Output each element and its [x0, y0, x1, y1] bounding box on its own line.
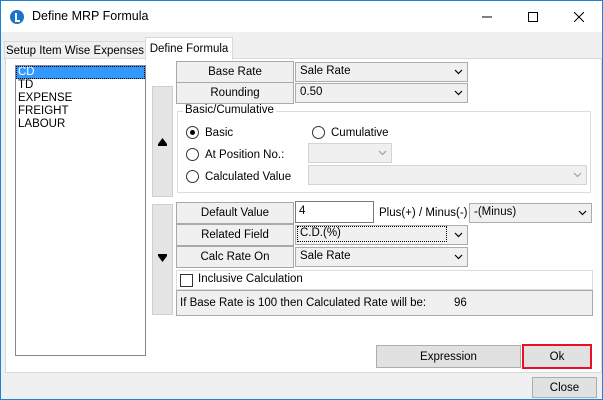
- base-rate-select[interactable]: Sale Rate: [295, 62, 468, 82]
- tab-label: Setup Item Wise Expenses: [5, 45, 145, 57]
- calculated-value-radio-label: Calculated Value: [205, 170, 292, 183]
- calculated-rate-value: 96: [454, 297, 467, 309]
- plus-minus-value: -(Minus): [474, 206, 517, 218]
- calc-rate-on-label: Calc Rate On: [176, 246, 294, 268]
- chevron-down-icon: [454, 69, 463, 75]
- tab-define-formula[interactable]: Define Formula: [145, 37, 233, 60]
- list-item[interactable]: LABOUR: [16, 118, 145, 131]
- chevron-down-icon: [454, 232, 463, 238]
- ok-button[interactable]: Ok: [522, 344, 592, 369]
- maximize-icon: [528, 11, 538, 22]
- related-field-label: Related Field: [176, 224, 294, 246]
- at-position-radio[interactable]: At Position No.:: [186, 148, 284, 161]
- related-field-value: C.D.(%): [297, 226, 447, 242]
- list-item[interactable]: CD: [16, 66, 145, 79]
- list-item[interactable]: TD: [16, 79, 145, 92]
- calculated-rate-info: If Base Rate is 100 then Calculated Rate…: [176, 290, 593, 316]
- radio-dot-icon: [186, 148, 199, 161]
- related-field-select[interactable]: C.D.(%): [295, 225, 468, 245]
- base-rate-label: Base Rate: [176, 61, 294, 83]
- move-up-button[interactable]: [152, 86, 173, 197]
- move-down-button[interactable]: [152, 204, 173, 315]
- rounding-select[interactable]: 0.50: [295, 83, 468, 103]
- title-bar[interactable]: Define MRP Formula: [1, 1, 602, 32]
- default-value-text: 4: [299, 205, 306, 217]
- tab-label: Define Formula: [149, 43, 229, 55]
- calc-rate-on-select[interactable]: Sale Rate: [295, 247, 468, 267]
- expression-button[interactable]: Expression: [376, 345, 521, 368]
- minimize-icon: [482, 16, 492, 17]
- radio-dot-icon: [186, 170, 199, 183]
- mrp-formula-window: Define MRP Formula Setup Item Wise Expen…: [0, 0, 603, 400]
- default-value-label: Default Value: [176, 202, 294, 224]
- chevron-down-icon: [573, 172, 582, 178]
- inclusive-label: Inclusive Calculation: [198, 273, 303, 285]
- calc-rate-on-value: Sale Rate: [300, 250, 351, 262]
- plus-minus-label: Plus(+) / Minus(-): [379, 207, 468, 219]
- close-window-button[interactable]: [556, 1, 602, 32]
- list-item[interactable]: EXPENSE: [16, 92, 145, 105]
- app-logo-icon: [10, 10, 24, 24]
- chevron-down-icon: [454, 90, 463, 96]
- define-formula-panel: CD TD EXPENSE FREIGHT LABOUR Base Rate S…: [5, 58, 602, 373]
- chevron-down-icon: [378, 150, 387, 156]
- group-title: Basic/Cumulative: [183, 104, 276, 116]
- window-title: Define MRP Formula: [32, 9, 149, 23]
- rounding-value: 0.50: [300, 86, 323, 98]
- base-rate-value: Sale Rate: [300, 65, 351, 77]
- position-no-select[interactable]: [308, 143, 392, 163]
- info-text: If Base Rate is 100 then Calculated Rate…: [180, 297, 427, 309]
- chevron-down-icon: [578, 210, 587, 216]
- inclusive-checkbox[interactable]: [180, 274, 193, 287]
- up-arrow-icon: [158, 138, 167, 146]
- basic-cumulative-group: Basic/Cumulative Basic Cumulative At Pos…: [177, 104, 591, 193]
- basic-radio[interactable]: Basic: [186, 126, 233, 139]
- chevron-down-icon: [454, 254, 463, 260]
- close-button[interactable]: Close: [532, 377, 597, 398]
- calculated-value-radio[interactable]: Calculated Value: [186, 170, 291, 183]
- plus-minus-select[interactable]: -(Minus): [469, 203, 592, 223]
- radio-dot-icon: [186, 126, 199, 139]
- inclusive-calculation-row[interactable]: Inclusive Calculation: [176, 270, 593, 290]
- cumulative-radio[interactable]: Cumulative: [312, 126, 389, 139]
- rounding-label: Rounding: [176, 82, 294, 104]
- cumulative-radio-label: Cumulative: [331, 126, 389, 139]
- maximize-button[interactable]: [510, 1, 556, 32]
- calculated-value-select[interactable]: [308, 165, 587, 185]
- down-arrow-icon: [158, 254, 167, 262]
- close-icon: [574, 11, 584, 22]
- radio-dot-icon: [312, 126, 325, 139]
- expense-listbox[interactable]: CD TD EXPENSE FREIGHT LABOUR: [15, 65, 146, 356]
- list-item[interactable]: FREIGHT: [16, 105, 145, 118]
- at-position-radio-label: At Position No.:: [205, 148, 285, 161]
- basic-radio-label: Basic: [205, 126, 234, 139]
- default-value-input[interactable]: 4: [295, 201, 374, 223]
- minimize-button[interactable]: [464, 1, 510, 32]
